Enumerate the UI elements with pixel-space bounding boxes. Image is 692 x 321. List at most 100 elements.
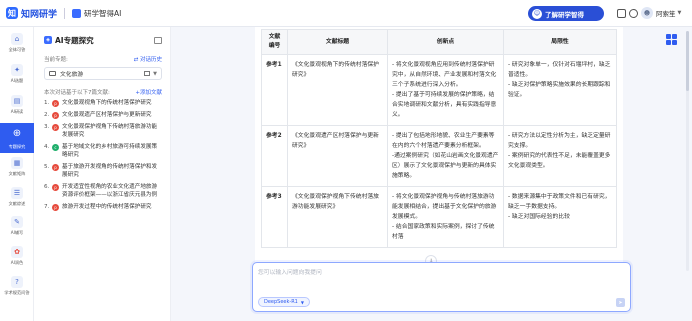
panel-title: AI专题探究 xyxy=(55,35,94,45)
pdf-icon: p xyxy=(52,99,59,107)
list-item[interactable]: 4. c 基于地域文化的乡村旅游可持续发展策略研究 xyxy=(44,143,162,159)
doc-number: 2. xyxy=(44,112,50,118)
list-item[interactable]: 2. p 文化景观遗产区村落保护与更新研究 xyxy=(44,111,162,119)
limitation-point: - 案例研究的代表性不足，未能覆盖更多文化景观类型。 xyxy=(508,153,611,169)
pdf-icon: p xyxy=(52,111,59,119)
list-item[interactable]: 7. p 旅游开发过程中的传统村落保护研究 xyxy=(44,203,162,211)
list-item[interactable]: 3. p 文化景观保护视角下传统村落旅游功能发展研究 xyxy=(44,123,162,139)
limitation-point: - 缺乏对保护策略实施效果的长期跟踪和验证。 xyxy=(508,82,611,98)
scrollbar-thumb[interactable] xyxy=(686,31,689,91)
top-bar: 知 知网研学 研学智得AI ☺ 了解研学智得 ☻ 阿索笙 ▼ xyxy=(0,0,692,27)
limitation-point: - 缺乏对国际经验的比较 xyxy=(508,214,570,220)
apps-grid-icon[interactable] xyxy=(666,34,677,45)
title-cell: 《文化景观视角下的传统村落保护研究》 xyxy=(287,54,388,126)
rail-label: 专题探究 xyxy=(8,144,26,149)
ref-cell: 参考3 xyxy=(261,186,288,248)
list-item[interactable]: 5. p 基于旅游开发视角的传统村落保护和发展研究 xyxy=(44,163,162,179)
qa-icon: ? xyxy=(11,276,23,288)
column-header: 局限性 xyxy=(503,29,617,55)
docs-header: 本次对话基于以下7篇文献: +添加文献 xyxy=(44,88,162,96)
title-cell: 《文化景观保护视角下传统村落旅游功能发展研究》 xyxy=(287,186,388,248)
rail-label: AI润色 xyxy=(10,260,24,265)
learn-more-button[interactable]: ☺ 了解研学智得 xyxy=(528,6,604,21)
message-icon[interactable] xyxy=(629,9,638,18)
folder-icon[interactable] xyxy=(144,71,151,76)
model-selector[interactable]: DeepSeek-R1 ▼ xyxy=(258,297,310,307)
app-logo[interactable]: 知 知网研学 xyxy=(6,7,57,20)
rail-item-home[interactable]: ⌂ 全体可答 xyxy=(0,33,34,53)
read-icon: ▤ xyxy=(11,95,23,107)
innovation-cell: - 将文化景观保护视角与传统村落旅游功能发展相结合，提出基于文化保护的旅游发展模… xyxy=(387,186,504,248)
document-icon[interactable] xyxy=(617,9,626,18)
innovation-point: - 将文化景观保护视角与传统村落旅游功能发展相结合，提出基于文化保护的旅游发展模… xyxy=(392,194,497,220)
product-name-label: 研学智得AI xyxy=(84,8,122,18)
add-docs-button[interactable]: +添加文献 xyxy=(135,88,162,96)
rail-item-matrix[interactable]: ▦ 文献矩阵 xyxy=(0,157,34,177)
answer-card: 文献编号 文献标题 创新点 局限性 参考1 《文化景观视角下的传统村落保护研究》… xyxy=(255,27,623,285)
column-header: 创新点 xyxy=(387,29,504,55)
innovation-point: - 结合国家政策和实际案例，探讨了传统村落 xyxy=(392,224,495,240)
doc-number: 5. xyxy=(44,164,50,170)
chat-history-label: 对话历史 xyxy=(139,57,162,63)
rail-label: AI研读 xyxy=(10,109,24,114)
topic-icon: ✦ xyxy=(11,64,23,76)
chat-history-link[interactable]: ⇄ 对话历史 xyxy=(134,55,162,63)
current-topic-label: 当前专题: xyxy=(44,57,68,63)
rail-item-topic-explore[interactable]: ⊕ 专题探究 xyxy=(0,123,34,153)
chevron-down-icon[interactable]: ▼ xyxy=(153,71,157,77)
rail-item-academic-qa[interactable]: ? 学术规范问答 xyxy=(0,276,34,296)
review-icon: ☰ xyxy=(11,187,23,199)
user-name: 阿索笙 xyxy=(656,10,676,18)
product-icon xyxy=(72,8,82,18)
panel-header: ◈ AI专题探究 xyxy=(44,35,162,45)
rail-item-ai-topic[interactable]: ✦ AI选题 xyxy=(0,64,34,84)
limitation-cell: - 研究对象单一，仅针对石堰坪村，缺乏普适性。 - 缺乏对保护策略实施效果的长期… xyxy=(503,54,617,126)
chevron-down-icon: ▼ xyxy=(677,10,682,16)
logo-icon: 知 xyxy=(6,7,18,19)
rail-label: 全体可答 xyxy=(8,47,26,52)
folder-icon xyxy=(49,71,56,76)
doc-title: 基于地域文化的乡村旅游可持续发展策略研究 xyxy=(62,144,158,158)
main-area: 文献编号 文献标题 创新点 局限性 参考1 《文化景观视角下的传统村落保护研究》… xyxy=(171,27,692,321)
rail-label: AI选题 xyxy=(10,78,24,83)
innovation-point: - 提出了基于可持续发展的保护策略，结合实地调研和文献分析，具有实践指导意义。 xyxy=(392,92,497,118)
limitation-point: - 研究对象单一，仅针对石堰坪村，缺乏普适性。 xyxy=(508,62,611,78)
user-menu[interactable]: ☻ 阿索笙 ▼ xyxy=(641,7,681,19)
column-header: 文献编号 xyxy=(261,29,288,55)
innovation-point: -通过案例研究（如花山岩画文化景观遗产区）展示了文化景观保护与更新的具体实施策略… xyxy=(392,153,499,179)
doc-title: 文化景观视角下的传统村落保护研究 xyxy=(62,100,152,106)
question-input[interactable] xyxy=(258,267,618,289)
doc-number: 7. xyxy=(44,204,50,210)
model-name: DeepSeek-R1 xyxy=(264,299,298,305)
product-name: 研学智得AI xyxy=(72,8,121,19)
doc-number: 3. xyxy=(44,124,50,130)
innovation-point: - 提出了包括地形地貌、农业生产要素等在内的六个村落遗产要素分析框架。 xyxy=(392,133,495,149)
doc-title: 旅游开发过程中的传统村落保护研究 xyxy=(62,204,152,210)
rail-item-ai-write[interactable]: ✎ AI辅写 xyxy=(0,216,34,236)
doc-title: 文化景观遗产区村落保护与更新研究 xyxy=(62,112,152,118)
chat-input-box: DeepSeek-R1 ▼ ➤ xyxy=(252,262,631,312)
docs-label: 本次对话基于以下7篇文献: xyxy=(44,90,110,96)
rail-label: 学术规范问答 xyxy=(4,290,30,295)
innovation-cell: - 将文化景观视角应用到传统村落保护研究中，从自然环境、产业发展和村落文化三个子… xyxy=(387,54,504,126)
robot-icon: ☺ xyxy=(532,8,542,19)
topic-select[interactable]: 文化旅游 ▼ xyxy=(44,67,162,80)
pdf-icon: p xyxy=(52,203,59,211)
send-button[interactable]: ➤ xyxy=(616,298,625,307)
table-row: 参考2 《文化景观遗产区村落保护与更新研究》 - 提出了包括地形地貌、农业生产要… xyxy=(261,125,617,187)
list-item[interactable]: 6. p 开发适宜性视角的农业文化遗产地旅游资源评价框架——以浙江省庆元县为例 xyxy=(44,183,162,199)
innovation-point: - 将文化景观视角应用到传统村落保护研究中，从自然环境、产业发展和村落文化三个子… xyxy=(392,62,497,88)
collapse-panel-icon[interactable] xyxy=(154,36,162,44)
limitation-cell: - 数据来源集中于政策文件和已有研究，缺乏一手数据支持。 - 缺乏对国际经验的比… xyxy=(503,186,617,248)
scrollbar[interactable] xyxy=(686,31,689,271)
limitation-point: - 研究方法以定性分析为主，缺乏定量研究支撑。 xyxy=(508,133,611,149)
rail-item-ai-polish[interactable]: ✿ AI润色 xyxy=(0,246,34,266)
write-icon: ✎ xyxy=(11,216,23,228)
current-topic-row: 当前专题: ⇄ 对话历史 xyxy=(44,55,162,63)
rail-label: AI辅写 xyxy=(10,230,24,235)
list-item[interactable]: 1. p 文化景观视角下的传统村落保护研究 xyxy=(44,99,162,107)
avatar: ☻ xyxy=(641,7,653,19)
rail-item-ai-read[interactable]: ▤ AI研读 xyxy=(0,95,34,115)
rail-label: 文献综述 xyxy=(8,201,26,206)
rail-item-review[interactable]: ☰ 文献综述 xyxy=(0,187,34,207)
